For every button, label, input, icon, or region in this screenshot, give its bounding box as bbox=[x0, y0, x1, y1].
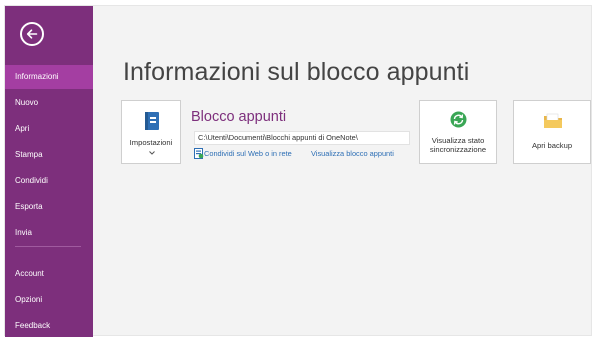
settings-label: Impostazioni bbox=[129, 138, 173, 147]
chevron-down-icon bbox=[149, 151, 155, 155]
sync-status-button[interactable]: Visualizza stato sincronizzazione bbox=[419, 100, 497, 164]
settings-button[interactable]: Impostazioni bbox=[121, 100, 181, 164]
share-icon bbox=[194, 148, 204, 159]
nav-apri[interactable]: Apri bbox=[5, 117, 93, 141]
backstage-sidebar: Informazioni Nuovo Apri Stampa Condividi… bbox=[5, 6, 93, 337]
share-link[interactable]: Condividi sul Web o in rete bbox=[204, 149, 292, 159]
nav-feedback[interactable]: Feedback bbox=[5, 314, 93, 338]
nav-esporta[interactable]: Esporta bbox=[5, 195, 93, 219]
notebook-path-field[interactable]: C:\Utenti\Documenti\Blocchi appunti di O… bbox=[194, 131, 410, 145]
nav-opzioni[interactable]: Opzioni bbox=[5, 288, 93, 312]
nav-invia[interactable]: Invia bbox=[5, 221, 93, 245]
notebook-name: Blocco appunti bbox=[191, 109, 287, 125]
nav-informazioni[interactable]: Informazioni bbox=[5, 65, 93, 89]
nav-stampa[interactable]: Stampa bbox=[5, 143, 93, 167]
nav-condividi[interactable]: Condividi bbox=[5, 169, 93, 193]
backup-label: Apri backup bbox=[531, 141, 573, 150]
notebook-icon bbox=[145, 112, 159, 130]
nav-divider bbox=[15, 246, 81, 247]
sync-icon bbox=[450, 111, 467, 128]
sync-label-line1: Visualizza stato bbox=[431, 136, 485, 145]
page-title: Informazioni sul blocco appunti bbox=[123, 58, 470, 86]
view-notebook-link[interactable]: Visualizza blocco appunti bbox=[311, 149, 394, 159]
back-arrow-icon bbox=[26, 29, 38, 39]
sync-label-line2: sincronizzazione bbox=[429, 145, 487, 154]
nav-nuovo[interactable]: Nuovo bbox=[5, 91, 93, 115]
back-button[interactable] bbox=[20, 22, 44, 46]
open-backup-button[interactable]: Apri backup bbox=[513, 100, 591, 164]
backstage-window: Informazioni Nuovo Apri Stampa Condividi… bbox=[4, 5, 592, 337]
nav-account[interactable]: Account bbox=[5, 262, 93, 286]
folder-icon bbox=[544, 113, 562, 128]
